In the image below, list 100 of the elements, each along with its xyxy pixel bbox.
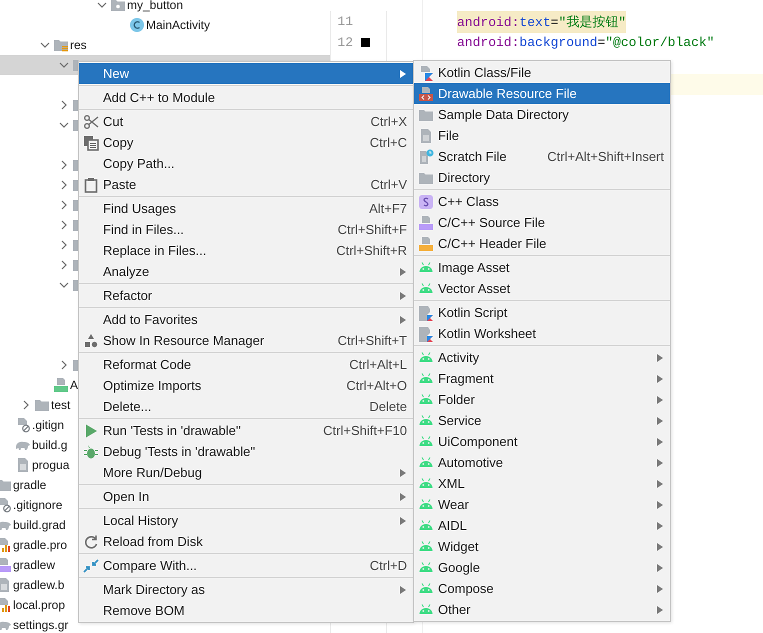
menu-item[interactable]: New xyxy=(79,63,413,84)
properties-file-icon xyxy=(0,597,12,613)
menu-item[interactable]: Directory xyxy=(414,167,670,188)
line-number: 12 xyxy=(336,35,353,50)
menu-item[interactable]: Fragment xyxy=(414,368,670,389)
menu-item[interactable]: C++ Class xyxy=(414,191,670,212)
menu-item[interactable]: Kotlin Worksheet xyxy=(414,323,670,344)
scissors-icon xyxy=(83,114,99,130)
copy-icon xyxy=(83,134,99,150)
menu-item[interactable]: Image Asset xyxy=(414,257,670,278)
menu-item[interactable]: Cut Ctrl+X xyxy=(79,111,413,132)
clipboard-icon xyxy=(83,176,99,192)
menu-item[interactable]: Widget xyxy=(414,536,670,557)
class-icon xyxy=(418,194,434,210)
menu-item[interactable]: Replace in Files... Ctrl+Shift+R xyxy=(79,240,413,261)
chevron-right-icon[interactable] xyxy=(59,360,69,370)
menu-item[interactable]: More Run/Debug xyxy=(79,462,413,483)
chevron-right-icon[interactable] xyxy=(21,400,31,410)
menu-item[interactable]: Kotlin Class/File xyxy=(414,62,670,83)
folder-icon xyxy=(53,37,69,53)
manifest-file-icon xyxy=(53,377,69,393)
text-file-icon xyxy=(15,457,31,473)
header-file-icon xyxy=(418,236,434,252)
tree-item-label[interactable]: my_button xyxy=(127,0,184,12)
chevron-right-icon[interactable] xyxy=(59,100,69,110)
shortcut-label: Ctrl+Alt+O xyxy=(346,378,407,393)
shortcut-label: Ctrl+Shift+T xyxy=(338,333,407,348)
menu-item[interactable]: Compose xyxy=(414,578,670,599)
menu-item[interactable]: Refactor xyxy=(79,285,413,306)
menu-item[interactable]: Show In Resource Manager Ctrl+Shift+T xyxy=(79,330,413,351)
menu-item[interactable]: XML xyxy=(414,473,670,494)
menu-item[interactable]: Vector Asset xyxy=(414,278,670,299)
menu-item[interactable]: C/C++ Header File xyxy=(414,233,670,254)
menu-item[interactable]: Copy Ctrl+C xyxy=(79,132,413,153)
menu-item[interactable]: Reload from Disk xyxy=(79,531,413,552)
menu-item[interactable]: Scratch File Ctrl+Alt+Shift+Insert xyxy=(414,146,670,167)
menu-item[interactable]: Debug 'Tests in 'drawable'' xyxy=(79,441,413,462)
tree-item-label[interactable]: local.prop xyxy=(13,598,66,612)
menu-item[interactable]: Find Usages Alt+F7 xyxy=(79,198,413,219)
menu-item[interactable]: C/C++ Source File xyxy=(414,212,670,233)
menu-item[interactable]: Local History xyxy=(79,510,413,531)
shapes-icon xyxy=(83,332,99,348)
ignored-file-icon xyxy=(0,497,12,513)
tree-item-label[interactable]: progua xyxy=(32,458,70,472)
chevron-down-icon[interactable] xyxy=(97,0,107,10)
menu-item[interactable]: Compare With... Ctrl+D xyxy=(79,555,413,576)
menu-item[interactable]: AIDL xyxy=(414,515,670,536)
menu-item[interactable]: Activity xyxy=(414,347,670,368)
menu-item[interactable]: Open In xyxy=(79,486,413,507)
menu-item[interactable]: Drawable Resource File xyxy=(414,83,670,104)
menu-item[interactable]: File xyxy=(414,125,670,146)
menu-item[interactable]: Reformat Code Ctrl+Alt+L xyxy=(79,354,413,375)
shortcut-label: Ctrl+Shift+F xyxy=(338,222,407,237)
shortcut-label: Delete xyxy=(369,399,407,414)
xml-file-icon xyxy=(418,86,434,102)
menu-item[interactable]: Find in Files... Ctrl+Shift+F xyxy=(79,219,413,240)
shortcut-label: Ctrl+D xyxy=(370,558,407,573)
tree-item-label[interactable]: test xyxy=(51,398,70,412)
menu-item[interactable]: Add C++ to Module xyxy=(79,87,413,108)
tree-item-label[interactable]: gradle xyxy=(13,478,46,492)
tree-item-label[interactable]: .gitignore xyxy=(13,498,62,512)
menu-item[interactable]: UiComponent xyxy=(414,431,670,452)
chevron-down-icon[interactable] xyxy=(59,280,69,290)
menu-item[interactable]: Service xyxy=(414,410,670,431)
tree-item-label[interactable]: gradlew xyxy=(13,558,56,572)
tree-item-label[interactable]: A xyxy=(70,378,78,392)
menu-item[interactable]: Folder xyxy=(414,389,670,410)
menu-item[interactable]: Other xyxy=(414,599,670,620)
tree-item-label[interactable]: build.g xyxy=(32,438,68,452)
tree-item-label[interactable]: gradlew.b xyxy=(13,578,64,592)
menu-item[interactable]: Sample Data Directory xyxy=(414,104,670,125)
menu-item[interactable]: Analyze xyxy=(79,261,413,282)
tree-item-label[interactable]: settings.gr xyxy=(13,618,68,632)
menu-item[interactable]: Remove BOM xyxy=(79,600,413,621)
script-file-icon xyxy=(0,557,12,573)
tree-item-label[interactable]: gradle.pro xyxy=(13,538,68,552)
tree-item-label[interactable]: res xyxy=(70,38,87,52)
shortcut-label: Ctrl+Shift+R xyxy=(336,243,407,258)
line-number: 11 xyxy=(336,14,353,29)
menu-item[interactable]: Mark Directory as xyxy=(79,579,413,600)
menu-item[interactable]: Automotive xyxy=(414,452,670,473)
shortcut-label: Ctrl+Alt+L xyxy=(349,357,407,372)
source-file-icon xyxy=(418,214,434,230)
menu-item[interactable]: Add to Favorites xyxy=(79,309,413,330)
scratch-file-icon xyxy=(418,148,434,164)
tree-item-label[interactable]: build.grad xyxy=(13,518,66,532)
chevron-down-icon[interactable] xyxy=(59,120,69,130)
menu-item[interactable]: Delete... Delete xyxy=(79,396,413,417)
menu-item[interactable]: Copy Path... xyxy=(79,153,413,174)
folder-icon xyxy=(0,477,12,493)
menu-item[interactable]: Wear xyxy=(414,494,670,515)
menu-item[interactable]: Run 'Tests in 'drawable'' Ctrl+Shift+F10 xyxy=(79,420,413,441)
shortcut-label: Ctrl+V xyxy=(370,177,407,192)
menu-item[interactable]: Optimize Imports Ctrl+Alt+O xyxy=(79,375,413,396)
tree-item-label[interactable]: MainActivity xyxy=(146,18,210,32)
menu-item[interactable]: Paste Ctrl+V xyxy=(79,174,413,195)
tree-item-label[interactable]: .gitign xyxy=(32,418,64,432)
kotlin-script-icon xyxy=(418,304,434,320)
menu-item[interactable]: Google xyxy=(414,557,670,578)
menu-item[interactable]: Kotlin Script xyxy=(414,302,670,323)
